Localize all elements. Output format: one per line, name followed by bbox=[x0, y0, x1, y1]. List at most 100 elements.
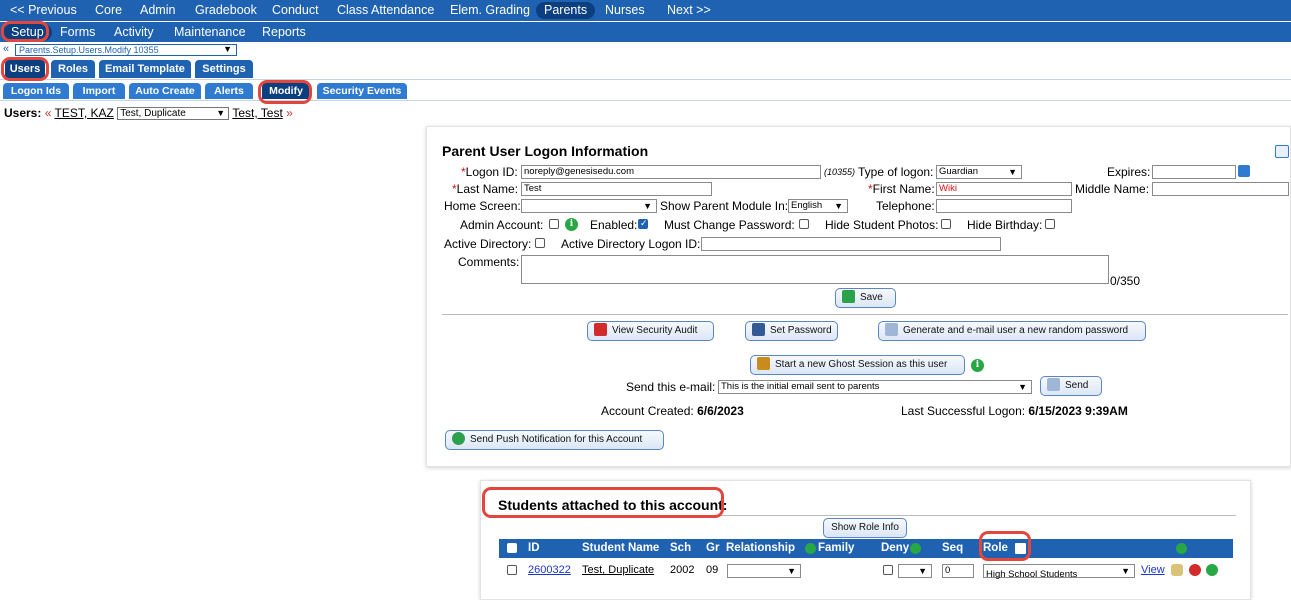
nav-gradebook[interactable]: Gradebook bbox=[195, 2, 257, 19]
role-filter-icon[interactable] bbox=[1015, 543, 1026, 554]
nav-admin[interactable]: Admin bbox=[140, 2, 175, 19]
nav-nurses[interactable]: Nurses bbox=[605, 2, 645, 19]
nav-core[interactable]: Core bbox=[95, 2, 122, 19]
must-change-password-checkbox[interactable] bbox=[799, 219, 809, 229]
admin-account-info-icon[interactable]: i bbox=[565, 218, 578, 231]
col-deny[interactable]: Deny bbox=[881, 542, 909, 554]
nav-activity[interactable]: Activity bbox=[114, 24, 154, 41]
panel-title: Parent User Logon Information bbox=[442, 143, 649, 159]
students-title: Students attached to this account: bbox=[498, 497, 728, 513]
info-icon[interactable] bbox=[1206, 564, 1218, 576]
nav-setup[interactable]: Setup bbox=[3, 24, 52, 41]
tab-modify[interactable]: Modify bbox=[262, 83, 310, 99]
col-relationship[interactable]: Relationship bbox=[726, 542, 795, 554]
parent-module-lang-select[interactable]: English ▼ bbox=[788, 199, 848, 213]
send-email-select[interactable]: This is the initial email sent to parent… bbox=[718, 380, 1032, 394]
col-student-name[interactable]: Student Name bbox=[582, 542, 659, 554]
telephone-input[interactable] bbox=[936, 199, 1072, 213]
col-family[interactable]: Family bbox=[818, 542, 854, 554]
ghost-session-button[interactable]: Start a new Ghost Session as this user bbox=[750, 355, 965, 375]
nav-forms[interactable]: Forms bbox=[60, 24, 95, 41]
nav-parents[interactable]: Parents bbox=[536, 2, 596, 19]
col-seq[interactable]: Seq bbox=[942, 542, 963, 554]
lock-icon bbox=[752, 322, 765, 336]
ad-logon-id-input[interactable] bbox=[701, 237, 1001, 251]
nav-previous[interactable]: << Previous bbox=[10, 2, 77, 19]
comments-textarea[interactable] bbox=[521, 255, 1109, 284]
nav-next[interactable]: Next >> bbox=[667, 2, 711, 19]
show-role-info-button[interactable]: Show Role Info bbox=[823, 518, 907, 538]
col-id[interactable]: ID bbox=[528, 542, 540, 554]
remove-icon[interactable] bbox=[1189, 564, 1201, 576]
deny-select[interactable]: ▼ bbox=[898, 564, 932, 578]
nav-elem-grading[interactable]: Elem. Grading bbox=[450, 2, 530, 19]
student-name-link[interactable]: Test, Duplicate bbox=[582, 564, 654, 576]
next-user-icon[interactable]: » bbox=[286, 106, 293, 120]
tab-logon-ids[interactable]: Logon Ids bbox=[3, 83, 69, 99]
hide-student-photos-label: Hide Student Photos: bbox=[825, 218, 939, 232]
relationship-select[interactable]: ▼ bbox=[727, 564, 801, 578]
deny-info-icon[interactable] bbox=[910, 543, 921, 554]
col-gr[interactable]: Gr bbox=[706, 542, 719, 554]
generate-password-button[interactable]: Generate and e-mail user a new random pa… bbox=[878, 321, 1146, 341]
nav-reports[interactable]: Reports bbox=[262, 24, 306, 41]
expires-input[interactable] bbox=[1152, 165, 1236, 179]
send-push-notification-button[interactable]: Send Push Notification for this Account bbox=[445, 430, 664, 450]
tab-settings[interactable]: Settings bbox=[195, 60, 253, 78]
tab-auto-create[interactable]: Auto Create bbox=[129, 83, 201, 99]
nav-maintenance[interactable]: Maintenance bbox=[174, 24, 246, 41]
tab-roles[interactable]: Roles bbox=[51, 60, 95, 78]
calendar-icon[interactable] bbox=[1275, 145, 1289, 158]
set-password-button[interactable]: Set Password bbox=[745, 321, 838, 341]
tab-users[interactable]: Users bbox=[5, 60, 45, 78]
calendar-picker-icon[interactable] bbox=[1238, 165, 1250, 177]
prev-user-icon[interactable]: « bbox=[45, 106, 52, 120]
view-security-audit-button[interactable]: View Security Audit bbox=[587, 321, 714, 341]
tab-email-template[interactable]: Email Template bbox=[99, 60, 191, 78]
view-link[interactable]: View bbox=[1141, 564, 1165, 576]
breadcrumb-select[interactable]: Parents.Setup.Users.Modify 10355 ▼ bbox=[15, 44, 237, 56]
next-user-link[interactable]: Test, Test bbox=[232, 106, 282, 120]
tab-import[interactable]: Import bbox=[73, 83, 125, 99]
middle-name-label: Middle Name: bbox=[1075, 182, 1150, 196]
select-all-checkbox[interactable] bbox=[507, 543, 517, 553]
breadcrumb-back-icon[interactable]: « bbox=[3, 43, 9, 55]
user-select[interactable]: Test, Duplicate ▼ bbox=[117, 107, 230, 121]
tab-alerts[interactable]: Alerts bbox=[205, 83, 253, 99]
first-name-input[interactable]: Wiki bbox=[936, 182, 1072, 196]
chevron-down-icon: ▼ bbox=[787, 566, 796, 576]
home-screen-select[interactable]: ▼ bbox=[521, 199, 657, 213]
student-id-link[interactable]: 2600322 bbox=[528, 564, 571, 576]
actions-info-icon[interactable] bbox=[1176, 543, 1187, 554]
middle-name-input[interactable] bbox=[1152, 182, 1289, 196]
logon-id-input[interactable]: noreply@genesisedu.com bbox=[521, 165, 821, 179]
enabled-label: Enabled: bbox=[590, 218, 638, 232]
prev-user-link[interactable]: TEST, KAZ bbox=[55, 106, 114, 120]
nav-class-attendance[interactable]: Class Attendance bbox=[337, 2, 434, 19]
enabled-checkbox[interactable] bbox=[638, 218, 648, 229]
admin-account-checkbox[interactable] bbox=[549, 219, 559, 229]
hide-birthday-checkbox[interactable] bbox=[1045, 219, 1055, 229]
send-email-button[interactable]: Send bbox=[1040, 376, 1102, 396]
hide-student-photos-checkbox[interactable] bbox=[941, 219, 951, 229]
ghost-session-info-icon[interactable]: i bbox=[971, 359, 984, 372]
nav-conduct[interactable]: Conduct bbox=[272, 2, 319, 19]
relationship-info-icon[interactable] bbox=[805, 543, 816, 554]
col-sch[interactable]: Sch bbox=[670, 542, 691, 554]
tab-security-events[interactable]: Security Events bbox=[317, 83, 407, 99]
type-of-logon-select[interactable]: Guardian ▼ bbox=[936, 165, 1022, 179]
users-navigator: Users: « TEST, KAZ Test, Duplicate ▼ Test… bbox=[4, 106, 293, 121]
role-select[interactable]: High School Students ▼ bbox=[983, 564, 1135, 580]
row-select-checkbox[interactable] bbox=[507, 565, 517, 575]
active-directory-checkbox[interactable] bbox=[535, 238, 545, 248]
col-role[interactable]: Role bbox=[983, 542, 1008, 554]
save-button[interactable]: Save bbox=[835, 288, 896, 308]
seq-input[interactable]: 0 bbox=[942, 564, 974, 578]
chevron-down-icon: ▼ bbox=[1018, 382, 1027, 392]
divider bbox=[442, 314, 1288, 315]
sub-nav-bar: Setup Forms Activity Maintenance Reports bbox=[0, 22, 1291, 42]
lock-icon[interactable] bbox=[1171, 564, 1183, 576]
chevron-down-icon: ▼ bbox=[1008, 167, 1017, 177]
deny-checkbox[interactable] bbox=[883, 565, 893, 575]
last-name-input[interactable]: Test bbox=[521, 182, 712, 196]
